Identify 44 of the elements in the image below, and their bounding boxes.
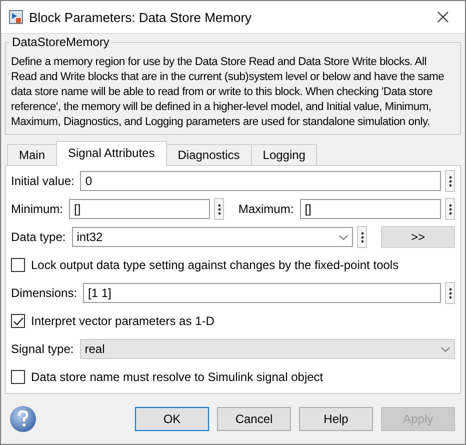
field-label: Initial value: [11,174,74,188]
field-label: Data type: [11,230,66,244]
tab[interactable]: Signal Attributes [56,141,167,166]
chevron-down-icon [441,346,450,352]
field-label: Dimensions: [11,286,78,300]
vertical-dots-icon [448,176,452,186]
block-description: Define a memory region for use by the Data Store Read and Data Store Write blocks. All Read and Write blocks that are in the current (sub)system level or below and have the same data store name will be able to read from or write to this block. When checking 'Data store reference', the memory will be defined in a higher-level model, and Initial value, Minimum, Maximum, Diagnostics, and Logging parameters are used for standalone simulation only. [11,55,446,130]
vertical-dots-icon [448,204,452,214]
dialog-button[interactable]: Help [299,407,373,431]
data-type-dropdown[interactable]: int32 [72,227,353,247]
field-label: Signal type: [11,342,74,356]
vertical-dots-icon [448,288,452,298]
block-icon [9,10,23,24]
data-type-assistant-button[interactable]: >> [381,226,455,248]
tab[interactable]: Main [7,144,58,165]
checkbox-label: Data store name must resolve to Simulink signal object [31,370,324,384]
dialog-button[interactable]: OK [135,407,209,431]
checkbox-label: Lock output data type setting against changes by the fixed-point tools [31,258,399,272]
parameter-options-button[interactable] [445,170,455,192]
parameter-options-button[interactable] [214,198,224,220]
field-label: Maximum: [238,202,294,216]
field-label: Minimum: [11,202,64,216]
vertical-dots-icon [218,204,221,214]
checkmark-icon [12,316,24,326]
help-icon[interactable] [9,405,37,433]
signal-type-dropdown[interactable]: real [80,339,455,359]
checkbox[interactable] [11,370,25,384]
window-title: Block Parameters: Data Store Memory [29,10,253,24]
dialog-button[interactable]: Cancel [217,407,291,431]
input-field[interactable]: [] [69,199,210,219]
checkbox[interactable] [11,258,25,272]
input-field[interactable]: 0 [80,171,441,191]
chevron-down-icon [339,234,348,240]
input-field[interactable]: [1 1] [83,283,441,303]
block-type-label: DataStoreMemory [10,35,112,49]
parameter-options-button[interactable] [357,226,367,248]
close-icon [437,11,449,23]
parameter-options-button[interactable] [445,282,455,304]
vertical-dots-icon [360,232,364,242]
tab[interactable]: Logging [250,144,318,165]
input-field[interactable]: [] [300,199,442,219]
checkbox[interactable] [11,314,25,328]
checkbox-label: Interpret vector parameters as 1-D [31,314,214,328]
parameter-options-button[interactable] [445,198,456,220]
